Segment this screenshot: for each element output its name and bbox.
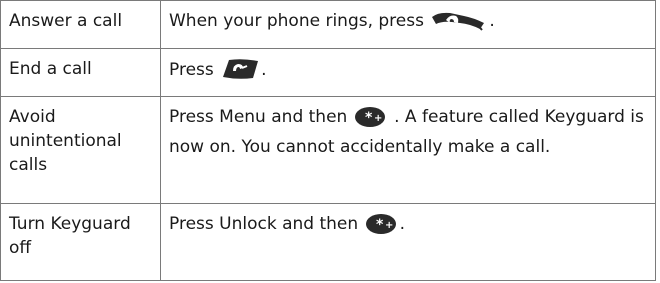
description-text: . xyxy=(489,11,495,31)
action-cell: Turn Keyguard off xyxy=(0,203,161,281)
description-text: . xyxy=(399,214,405,234)
svg-text:+: + xyxy=(385,220,393,231)
description-text: Press xyxy=(169,60,220,80)
description-cell: When your phone rings, press . xyxy=(160,0,656,49)
svg-text:*: * xyxy=(365,110,373,126)
description-text: Press xyxy=(169,107,220,127)
action-cell: Avoid unintentional calls xyxy=(0,96,161,204)
svg-text:+: + xyxy=(374,113,382,124)
description-cell: Press . xyxy=(160,48,656,97)
svg-text:*: * xyxy=(376,217,384,233)
menu-softkey-label: Menu xyxy=(219,107,266,127)
action-cell: End a call xyxy=(0,48,161,97)
phone-quick-reference-table: Answer a call When your phone rings, pre… xyxy=(0,0,656,281)
table-row: Turn Keyguard off Press Unlock and then … xyxy=(0,203,656,281)
description-cell: Press Menu and then * + . A feature calle… xyxy=(160,96,656,204)
star-key-icon: * + xyxy=(354,106,388,135)
call-key-icon xyxy=(430,10,488,39)
end-key-icon xyxy=(220,57,260,88)
description-text: . xyxy=(261,60,267,80)
action-cell: Answer a call xyxy=(0,0,161,49)
table-row: Answer a call When your phone rings, pre… xyxy=(0,0,656,49)
description-text: Press xyxy=(169,214,220,234)
description-cell: Press Unlock and then * +. xyxy=(160,203,656,281)
table-row: Avoid unintentional calls Press Menu and… xyxy=(0,96,656,204)
star-key-icon: * + xyxy=(365,213,399,242)
description-text: and then xyxy=(265,107,353,127)
unlock-softkey-label: Unlock xyxy=(219,214,277,234)
table-row: End a call Press . xyxy=(0,48,656,97)
description-text: and then xyxy=(276,214,364,234)
description-text: When your phone rings, press xyxy=(169,11,430,31)
